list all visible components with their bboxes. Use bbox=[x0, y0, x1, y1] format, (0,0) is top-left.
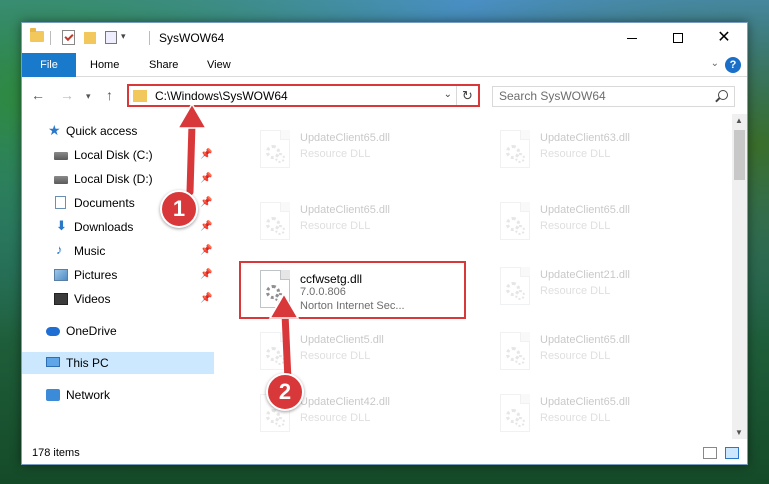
arrow-to-address-bar bbox=[176, 102, 208, 196]
arrow-to-file bbox=[268, 292, 300, 384]
callout-1: 1 bbox=[160, 190, 198, 228]
callout-2: 2 bbox=[266, 373, 304, 411]
annotation-arrows bbox=[176, 102, 300, 384]
